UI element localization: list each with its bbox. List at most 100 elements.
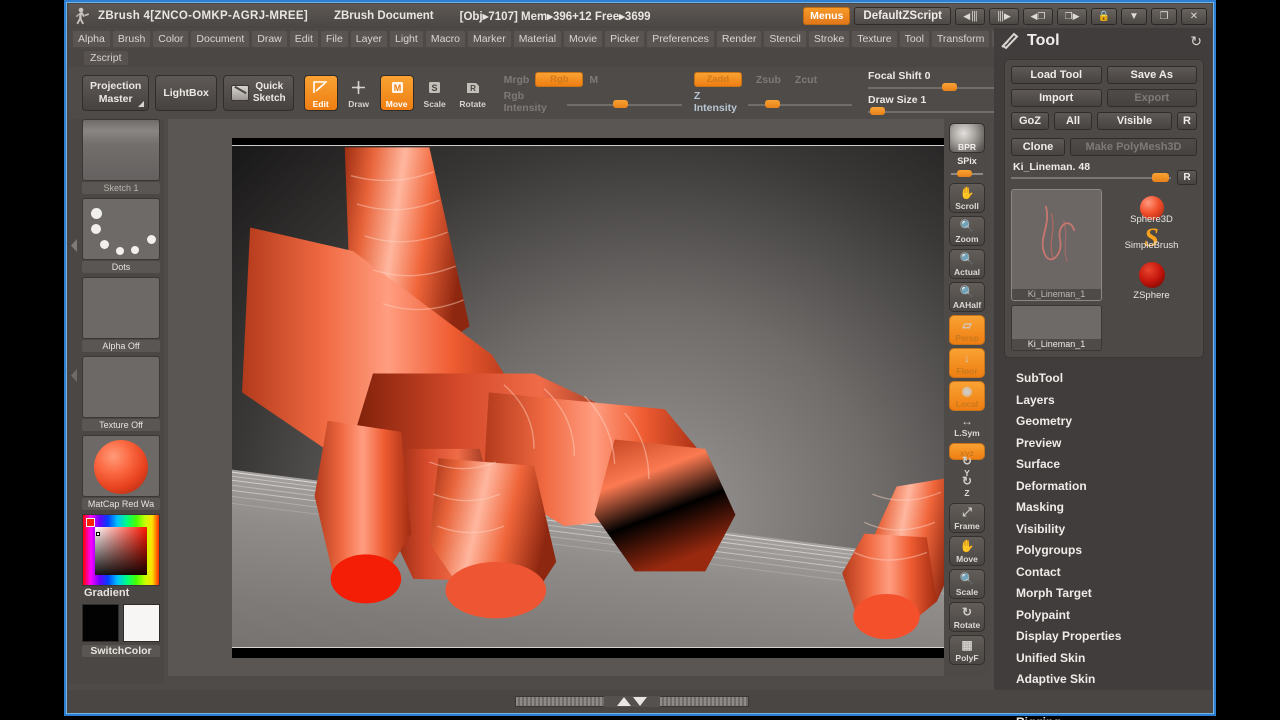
- palette-prev-icon[interactable]: ◀❐: [1023, 7, 1053, 25]
- stroke-dots[interactable]: [82, 198, 160, 260]
- subpalette-layers[interactable]: Layers: [1016, 390, 1212, 412]
- menu-item-tool[interactable]: Tool: [898, 29, 930, 48]
- subpalette-polypaint[interactable]: Polypaint: [1016, 605, 1212, 627]
- load-tool-button[interactable]: Load Tool: [1011, 66, 1102, 84]
- side-button-scroll[interactable]: ✋ Scroll: [949, 183, 985, 213]
- export-button[interactable]: Export: [1106, 89, 1197, 107]
- current-tool-r-button[interactable]: R: [1177, 170, 1197, 185]
- scroll-right-icon[interactable]: ||| ▶: [989, 7, 1019, 25]
- menu-item-material[interactable]: Material: [512, 29, 563, 48]
- scrollbar-thumb[interactable]: [604, 696, 660, 707]
- import-button[interactable]: Import: [1011, 89, 1102, 107]
- lightbox-button[interactable]: LightBox: [155, 75, 217, 111]
- zadd-button[interactable]: Zadd: [693, 72, 742, 87]
- tool-ki-lineman-selected[interactable]: Ki_Lineman_1: [1011, 189, 1102, 301]
- subpalette-polygroups[interactable]: Polygroups: [1016, 540, 1212, 562]
- edit-mode-button[interactable]: Edit: [303, 75, 338, 111]
- rgb-intensity-label[interactable]: Rgb Intensity: [504, 90, 563, 114]
- menu-item-movie[interactable]: Movie: [563, 29, 604, 48]
- tool-zsphere[interactable]: ZSphere: [1106, 255, 1197, 301]
- color-picker[interactable]: [82, 514, 160, 586]
- side-button-aahalf[interactable]: 🔍 AAHalf: [949, 282, 985, 312]
- stroke-thumbnail-cell[interactable]: Sketch 1: [82, 119, 160, 194]
- menu-item-document[interactable]: Document: [190, 29, 251, 48]
- stroke-dots-cell[interactable]: Dots: [82, 198, 160, 273]
- material-thumbnail-cell[interactable]: MatCap Red Wa: [82, 435, 160, 510]
- menu-item-stroke[interactable]: Stroke: [807, 29, 851, 48]
- current-color-swatch[interactable]: [86, 518, 95, 527]
- subpalette-deformation[interactable]: Deformation: [1016, 476, 1212, 498]
- menu-item-color[interactable]: Color: [152, 29, 190, 48]
- lock-icon[interactable]: 🔒: [1091, 7, 1117, 25]
- minimize-icon[interactable]: ▼: [1121, 7, 1147, 25]
- zcut-button[interactable]: Zcut: [795, 74, 817, 86]
- color-saturation-field[interactable]: [95, 527, 147, 575]
- menu-item-edit[interactable]: Edit: [288, 29, 319, 48]
- rgb-button[interactable]: Rgb: [535, 72, 584, 87]
- side-button-lsym[interactable]: ↔ L.Sym: [949, 414, 985, 440]
- menu-item-picker[interactable]: Picker: [604, 29, 646, 48]
- menu-item-preferences[interactable]: Preferences: [646, 29, 715, 48]
- secondary-color-swatch[interactable]: [123, 604, 160, 642]
- texture-thumbnail[interactable]: [82, 356, 160, 418]
- refresh-icon[interactable]: ↻: [1190, 33, 1202, 50]
- edge-arrow-left-icon[interactable]: [70, 239, 79, 252]
- menu-item-texture[interactable]: Texture: [851, 29, 898, 48]
- side-button-frame[interactable]: ⤢ Frame: [949, 503, 985, 533]
- close-icon[interactable]: ✕: [1181, 7, 1207, 25]
- texture-thumbnail-cell[interactable]: Texture Off: [82, 356, 160, 431]
- side-button-actual[interactable]: 🔍 Actual: [949, 249, 985, 279]
- z-intensity-label[interactable]: Z Intensity: [694, 90, 744, 114]
- switch-color-button[interactable]: SwitchColor: [82, 645, 160, 657]
- all-button[interactable]: All: [1054, 112, 1092, 130]
- menu-item-file[interactable]: File: [319, 29, 349, 48]
- zscript-name-label[interactable]: DefaultZScript: [854, 7, 951, 25]
- projection-master-button[interactable]: Projection Master: [82, 75, 150, 111]
- menu-item-layer[interactable]: Layer: [349, 29, 389, 48]
- side-button-rotate[interactable]: ↻ Rotate: [949, 602, 985, 632]
- edge-arrow-left-icon-2[interactable]: [70, 369, 79, 382]
- subpalette-visibility[interactable]: Visibility: [1016, 519, 1212, 541]
- visible-r-button[interactable]: R: [1177, 112, 1197, 130]
- menu-item-render[interactable]: Render: [715, 29, 763, 48]
- clone-button[interactable]: Clone: [1011, 138, 1065, 156]
- menu-item-alpha[interactable]: Alpha: [72, 29, 111, 48]
- bpr-render-button[interactable]: BPR: [949, 123, 985, 153]
- alpha-thumbnail-cell[interactable]: Alpha Off: [82, 277, 160, 352]
- side-button-local[interactable]: ◉ Local: [949, 381, 985, 411]
- draw-mode-button[interactable]: Draw: [342, 75, 376, 111]
- side-button-persp[interactable]: ▱ Persp: [949, 315, 985, 345]
- subpalette-rigging[interactable]: Rigging: [1016, 712, 1212, 720]
- primary-color-swatch[interactable]: [82, 604, 119, 642]
- side-button-zoom[interactable]: 🔍 Zoom: [949, 216, 985, 246]
- menu-item-marker[interactable]: Marker: [467, 29, 512, 48]
- palette-next-icon[interactable]: ❐▶: [1057, 7, 1087, 25]
- left-edge-scroll-strip[interactable]: [68, 119, 82, 684]
- rotate-mode-button[interactable]: R Rotate: [456, 75, 490, 111]
- material-thumbnail[interactable]: [82, 435, 160, 497]
- document-canvas[interactable]: [232, 138, 959, 658]
- side-button-polyf[interactable]: ▦ PolyF: [949, 635, 985, 665]
- horizontal-scrollbar[interactable]: [515, 696, 749, 707]
- side-button-move[interactable]: ✋ Move: [949, 536, 985, 566]
- subpalette-preview[interactable]: Preview: [1016, 433, 1212, 455]
- side-button-floor[interactable]: ↓ Floor: [949, 348, 985, 378]
- menu-item-transform[interactable]: Transform: [930, 29, 991, 48]
- menu-item-stencil[interactable]: Stencil: [763, 29, 807, 48]
- goz-button[interactable]: GoZ: [1011, 112, 1049, 130]
- subpalette-masking[interactable]: Masking: [1016, 497, 1212, 519]
- menu-item-draw[interactable]: Draw: [251, 29, 288, 48]
- z-intensity-slider[interactable]: [748, 96, 852, 109]
- rgb-intensity-slider[interactable]: [567, 96, 682, 109]
- subpalette-contact[interactable]: Contact: [1016, 562, 1212, 584]
- stroke-thumbnail[interactable]: [82, 119, 160, 181]
- quick-sketch-button[interactable]: Quick Sketch: [222, 75, 294, 111]
- subpalette-geometry[interactable]: Geometry: [1016, 411, 1212, 433]
- visible-button[interactable]: Visible: [1097, 112, 1172, 130]
- make-polymesh3d-button[interactable]: Make PolyMesh3D: [1070, 138, 1197, 156]
- menus-button[interactable]: Menus: [803, 7, 851, 25]
- subpalette-adaptive-skin[interactable]: Adaptive Skin: [1016, 669, 1212, 691]
- side-button-z[interactable]: ↻ Z: [949, 474, 985, 500]
- menu-item-light[interactable]: Light: [389, 29, 424, 48]
- side-button-scale[interactable]: 🔍 Scale: [949, 569, 985, 599]
